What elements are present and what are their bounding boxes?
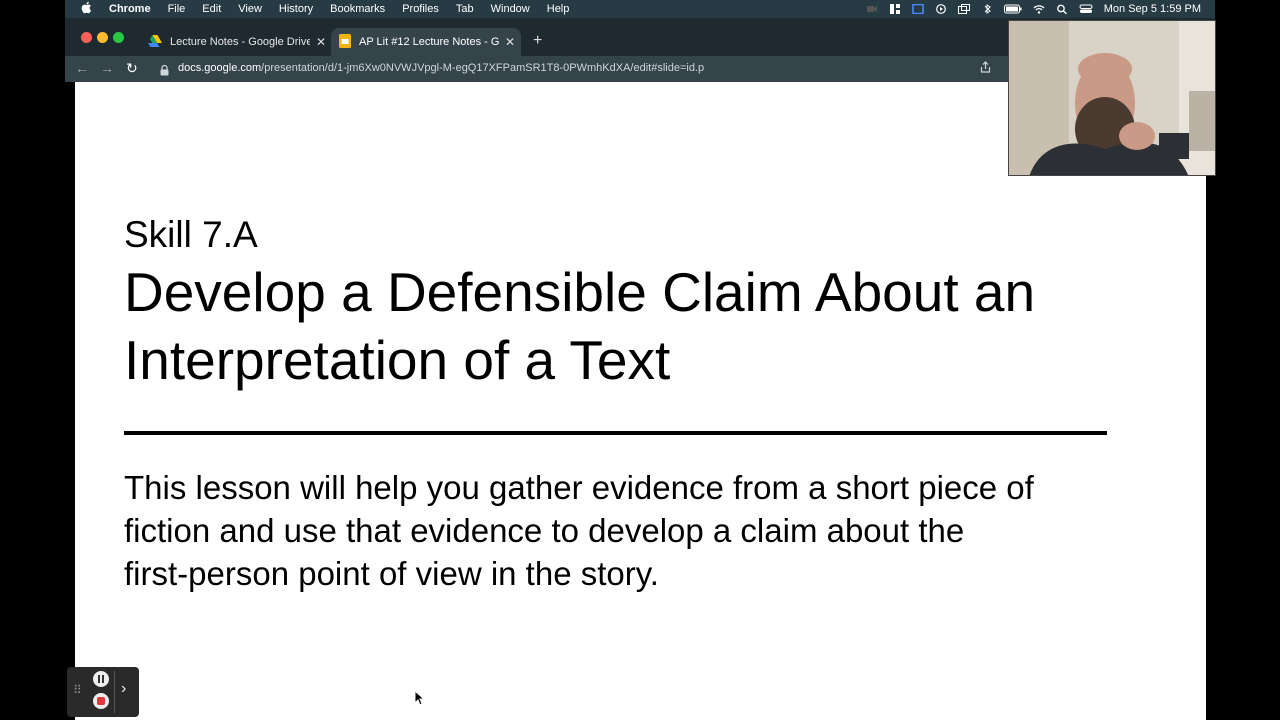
- close-tab-icon[interactable]: ✕: [316, 35, 326, 49]
- play-circle-icon[interactable]: [935, 4, 947, 14]
- tab-title: AP Lit #12 Lecture Notes - Goo: [359, 36, 499, 48]
- wifi-icon[interactable]: [1033, 4, 1045, 14]
- forward-arrow-icon[interactable]: →: [100, 60, 114, 76]
- slide-divider: [124, 431, 1107, 435]
- apple-menu-icon[interactable]: [81, 1, 92, 17]
- recorder-divider: [114, 671, 115, 713]
- reload-icon[interactable]: ↻: [126, 60, 138, 77]
- pause-recording-button[interactable]: [93, 671, 109, 687]
- address-bar-url[interactable]: docs.google.com/presentation/d/1-jm6Xw0N…: [178, 62, 704, 74]
- camera-status-icon[interactable]: [866, 4, 878, 14]
- bluetooth-icon[interactable]: [981, 4, 993, 14]
- minimize-window-button[interactable]: [97, 32, 108, 43]
- menu-tab[interactable]: Tab: [456, 3, 474, 15]
- google-slides-icon: [339, 33, 351, 51]
- close-tab-icon[interactable]: ✕: [505, 35, 515, 49]
- menu-view[interactable]: View: [238, 3, 262, 15]
- windows-icon[interactable]: [957, 4, 970, 14]
- zoom-window-button[interactable]: [113, 32, 124, 43]
- menu-history[interactable]: History: [279, 3, 313, 15]
- menu-help[interactable]: Help: [547, 3, 570, 15]
- menu-file[interactable]: File: [168, 3, 186, 15]
- tab-lecture-notes-drive[interactable]: Lecture Notes - Google Drive ✕: [140, 28, 333, 56]
- battery-icon[interactable]: [1003, 4, 1022, 14]
- control-center-icon[interactable]: [1079, 4, 1093, 14]
- spotlight-search-icon[interactable]: [1056, 4, 1068, 15]
- chevron-right-icon[interactable]: ›: [121, 680, 126, 698]
- close-window-button[interactable]: [81, 32, 92, 43]
- slide-title-line: Interpretation of a Text: [124, 329, 671, 391]
- slide-canvas[interactable]: Skill 7.A Develop a Defensible Claim Abo…: [75, 82, 1206, 720]
- webcam-overlay[interactable]: [1008, 20, 1216, 176]
- drag-handle-icon[interactable]: ⠿: [73, 683, 82, 697]
- macos-menubar: Chrome File Edit View History Bookmarks …: [65, 0, 1215, 18]
- url-domain: docs.google.com: [178, 62, 262, 74]
- share-icon[interactable]: [980, 61, 991, 76]
- slide-body-text: This lesson will help you gather evidenc…: [124, 466, 1154, 595]
- menu-app-name[interactable]: Chrome: [109, 3, 151, 15]
- menu-profiles[interactable]: Profiles: [402, 3, 439, 15]
- url-path: /presentation/d/1-jm6Xw0NVWJVpgl-M-egQ17…: [261, 62, 705, 74]
- screen-recorder-controls: ⠿ ›: [67, 667, 139, 717]
- slide-body-line: first-person point of view in the story.: [124, 555, 659, 592]
- screen-app-icon[interactable]: [912, 3, 924, 15]
- mouse-cursor-icon: [414, 690, 426, 706]
- layout-app-icon[interactable]: [889, 4, 901, 14]
- lock-icon[interactable]: [160, 63, 169, 81]
- slide-body-line: fiction and use that evidence to develop…: [124, 512, 965, 549]
- tab-title: Lecture Notes - Google Drive: [170, 36, 310, 48]
- slide-body-line: This lesson will help you gather evidenc…: [124, 469, 1034, 506]
- menu-bookmarks[interactable]: Bookmarks: [330, 3, 385, 15]
- menu-edit[interactable]: Edit: [202, 3, 221, 15]
- stop-recording-button[interactable]: [93, 693, 109, 709]
- slide-title: Develop a Defensible Claim About an Inte…: [124, 258, 1154, 394]
- menubar-clock[interactable]: Mon Sep 5 1:59 PM: [1104, 3, 1201, 15]
- slide-skill-label: Skill 7.A: [124, 214, 258, 255]
- tab-ap-lit-lecture-notes[interactable]: AP Lit #12 Lecture Notes - Goo ✕: [331, 28, 521, 56]
- menu-window[interactable]: Window: [491, 3, 530, 15]
- back-arrow-icon[interactable]: ←: [75, 60, 89, 76]
- presenter-video-image: [1009, 21, 1215, 175]
- slide-title-line: Develop a Defensible Claim About an: [124, 261, 1036, 323]
- new-tab-icon[interactable]: +: [533, 32, 542, 50]
- google-drive-icon: [148, 34, 162, 50]
